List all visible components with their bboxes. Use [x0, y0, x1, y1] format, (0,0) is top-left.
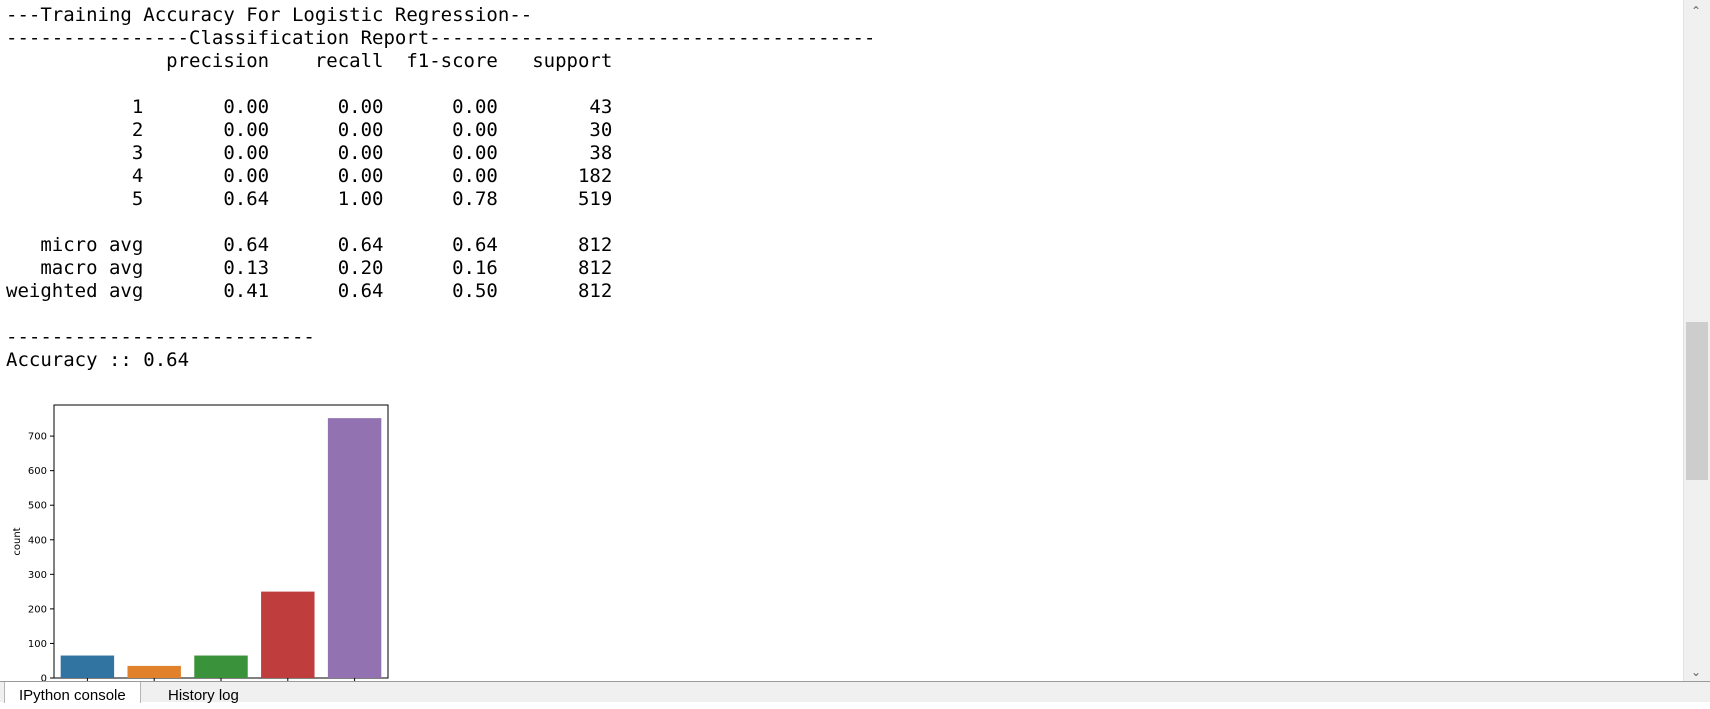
y-axis-label: count: [12, 527, 23, 555]
bar-5: [327, 418, 382, 678]
y-tick-label: 100: [28, 639, 47, 650]
tab-history-log[interactable]: History log: [154, 682, 253, 704]
ipython-console-output[interactable]: ---Training Accuracy For Logistic Regres…: [0, 0, 1683, 681]
y-tick-label: 200: [28, 604, 47, 615]
y-tick-label: 300: [28, 570, 47, 581]
vertical-scrollbar[interactable]: ⌃ ⌄: [1683, 0, 1710, 681]
scroll-up-arrow-icon[interactable]: ⌃: [1691, 4, 1701, 18]
bar-4: [261, 591, 315, 678]
bar-1: [60, 655, 115, 678]
tab-ipython-console[interactable]: IPython console: [4, 682, 141, 704]
scrollbar-thumb[interactable]: [1686, 322, 1708, 480]
count-bar-chart: 0 100 200 300 400 500 600 700 count: [12, 404, 389, 682]
bar-2: [127, 665, 181, 678]
y-tick-label: 500: [28, 501, 47, 512]
bar-3: [194, 655, 248, 678]
y-tick-label: 0: [41, 674, 47, 682]
scroll-down-arrow-icon[interactable]: ⌄: [1691, 665, 1701, 679]
y-tick-label: 600: [28, 466, 47, 477]
y-tick-label: 700: [28, 432, 47, 443]
y-tick-label: 400: [28, 535, 47, 546]
console-tab-bar: IPython console History log: [0, 681, 1710, 704]
classification-report-text: ---Training Accuracy For Logistic Regres…: [6, 4, 876, 371]
